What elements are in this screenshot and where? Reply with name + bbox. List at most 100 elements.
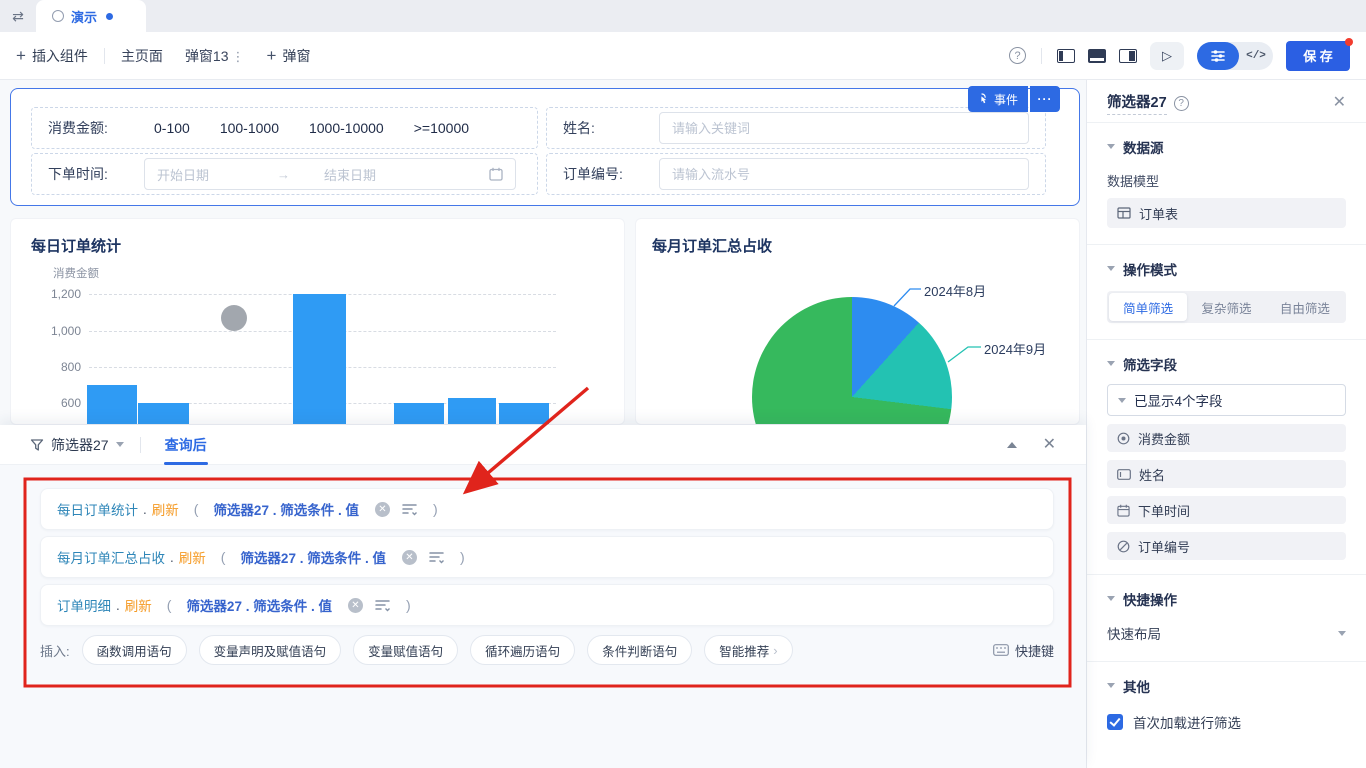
insert-label: 插入: — [40, 641, 70, 660]
section-filter-fields[interactable]: 筛选字段 — [1107, 354, 1346, 374]
pie-chart-card[interactable]: 每月订单汇总占收 2024年8月 2024年9月 — [635, 218, 1080, 425]
start-date-placeholder[interactable]: 开始日期 — [157, 165, 209, 184]
remove-argument-icon[interactable]: ✕ — [375, 502, 390, 517]
section-mode[interactable]: 操作模式 — [1107, 259, 1346, 279]
pill-loop[interactable]: 循环遍历语句 — [470, 635, 575, 665]
filter-sort-icon[interactable] — [429, 550, 445, 564]
pill-condition[interactable]: 条件判断语句 — [587, 635, 692, 665]
close-sidebar-icon[interactable]: ✕ — [1333, 95, 1346, 111]
help-icon[interactable]: ? — [1174, 96, 1189, 111]
section-datasource-label: 数据源 — [1123, 137, 1164, 157]
amount-option[interactable]: 1000-10000 — [309, 120, 384, 136]
order-no-field[interactable]: 订单编号: — [546, 153, 1046, 195]
preview-button[interactable]: ▷ — [1150, 42, 1184, 70]
bar-chart-card[interactable]: 每日订单统计 消费金额 1,200 1,000 800 600 — [10, 218, 625, 425]
field-item-amount[interactable]: 消费金额 — [1107, 424, 1346, 452]
shortcut-key-label: 快捷键 — [1015, 641, 1054, 660]
name-field[interactable]: 姓名: — [546, 107, 1046, 149]
add-popup-button[interactable]: + 弹窗 — [267, 46, 311, 66]
field-item-order-time[interactable]: 下单时间 — [1107, 496, 1346, 524]
tab-after-query[interactable]: 查询后 — [165, 425, 207, 465]
row-target[interactable]: 每月订单汇总占收 — [57, 547, 165, 567]
field-item-name[interactable]: 姓名 — [1107, 460, 1346, 488]
paren-close: ) — [406, 597, 411, 613]
main-page-button[interactable]: 主页面 — [121, 46, 163, 66]
row-action[interactable]: 刷新 — [125, 595, 152, 615]
collapse-sidebar-icon[interactable]: ⇄ — [0, 0, 36, 32]
row-argument[interactable]: 筛选器27 . 筛选条件 . 值 — [213, 499, 359, 519]
row-argument[interactable]: 筛选器27 . 筛选条件 . 值 — [186, 595, 332, 615]
calendar-icon — [1117, 504, 1130, 517]
help-icon[interactable]: ? — [1009, 47, 1026, 64]
collapse-panel-icon[interactable] — [1007, 437, 1017, 448]
pill-var-declare-assign[interactable]: 变量声明及赋值语句 — [199, 635, 342, 665]
kebab-icon[interactable]: ⋮ — [232, 49, 245, 64]
logic-row[interactable]: 每月订单汇总占收 . 刷新 ( 筛选器27 . 筛选条件 . 值 ✕ ) — [40, 536, 1054, 578]
panel-component-selector[interactable]: 筛选器27 — [30, 435, 124, 455]
remove-argument-icon[interactable]: ✕ — [402, 550, 417, 565]
order-no-input[interactable] — [659, 158, 1029, 190]
popup13-button[interactable]: 弹窗13⋮ — [185, 46, 245, 66]
bar — [448, 398, 496, 425]
close-panel-icon[interactable]: ✕ — [1043, 437, 1056, 453]
shortcut-key-button[interactable]: 快捷键 — [993, 641, 1054, 660]
design-code-toggle[interactable]: </> — [1197, 42, 1273, 70]
tab-demo[interactable]: 演示 — [36, 0, 146, 32]
chevron-down-icon — [1107, 266, 1115, 275]
amount-option[interactable]: 0-100 — [154, 120, 190, 136]
section-other[interactable]: 其他 — [1107, 676, 1346, 696]
row-target[interactable]: 订单明细 — [57, 595, 111, 615]
order-time-field[interactable]: 下单时间: 开始日期 → 结束日期 — [31, 153, 538, 195]
amount-label: 消费金额: — [48, 118, 144, 138]
layout-bottom-panel-icon[interactable] — [1088, 49, 1106, 63]
mode-simple[interactable]: 简单筛选 — [1109, 293, 1187, 321]
plus-icon: + — [267, 47, 277, 64]
fields-summary-dropdown[interactable]: 已显示4个字段 — [1107, 384, 1346, 416]
row-action[interactable]: 刷新 — [152, 499, 179, 519]
quick-layout-row[interactable]: 快速布局 — [1107, 619, 1346, 647]
remove-argument-icon[interactable]: ✕ — [348, 598, 363, 613]
mode-complex[interactable]: 复杂筛选 — [1187, 293, 1265, 321]
first-load-checkbox[interactable] — [1107, 714, 1123, 730]
pill-var-assign[interactable]: 变量赋值语句 — [353, 635, 458, 665]
keyboard-icon — [993, 644, 1009, 656]
tab-title: 演示 — [71, 7, 97, 26]
end-date-placeholder[interactable]: 结束日期 — [324, 165, 376, 184]
row-target[interactable]: 每日订单统计 — [57, 499, 138, 519]
calendar-icon — [489, 167, 503, 181]
layout-right-panel-icon[interactable] — [1119, 49, 1137, 63]
pill-ai-suggest[interactable]: 智能推荐› — [704, 635, 792, 665]
design-mode-button[interactable] — [1197, 42, 1239, 70]
amount-option[interactable]: >=10000 — [414, 120, 469, 136]
save-button[interactable]: 保 存 — [1286, 41, 1350, 71]
logic-row[interactable]: 每日订单统计 . 刷新 ( 筛选器27 . 筛选条件 . 值 ✕ ) — [40, 488, 1054, 530]
event-badge-button[interactable]: 事件 — [968, 86, 1028, 112]
row-action[interactable]: 刷新 — [179, 547, 206, 567]
filter-sort-icon[interactable] — [402, 502, 418, 516]
section-datasource[interactable]: 数据源 — [1107, 137, 1346, 157]
bar — [138, 403, 189, 425]
order-time-label: 下单时间: — [48, 164, 144, 184]
chevron-down-icon — [116, 442, 124, 451]
name-input[interactable] — [659, 112, 1029, 144]
filter-sort-icon[interactable] — [375, 598, 391, 612]
insert-component-button[interactable]: + 插入组件 — [16, 46, 88, 66]
row-argument[interactable]: 筛选器27 . 筛选条件 . 值 — [240, 547, 386, 567]
code-mode-button[interactable]: </> — [1239, 50, 1273, 62]
more-actions-button[interactable]: ··· — [1030, 86, 1060, 112]
sidebar-header: 筛选器27 ? ✕ — [1107, 92, 1346, 114]
filter-form-component[interactable]: 消费金额: 0-100 100-1000 1000-10000 >=10000 … — [10, 88, 1080, 206]
toolbar-right: ? ▷ </> 保 存 — [1009, 41, 1350, 71]
amount-field[interactable]: 消费金额: 0-100 100-1000 1000-10000 >=10000 — [31, 107, 538, 149]
data-model-item[interactable]: 订单表 — [1107, 198, 1346, 228]
pill-function-call[interactable]: 函数调用语句 — [82, 635, 187, 665]
field-item-order-no[interactable]: 订单编号 — [1107, 532, 1346, 560]
page-icon — [52, 10, 64, 22]
section-quick-actions[interactable]: 快捷操作 — [1107, 589, 1346, 609]
layout-left-panel-icon[interactable] — [1057, 49, 1075, 63]
logic-row[interactable]: 订单明细 . 刷新 ( 筛选器27 . 筛选条件 . 值 ✕ ) — [40, 584, 1054, 626]
date-range-picker[interactable]: 开始日期 → 结束日期 — [144, 158, 516, 190]
amount-option[interactable]: 100-1000 — [220, 120, 279, 136]
unsaved-dot — [106, 13, 113, 20]
mode-free[interactable]: 自由筛选 — [1266, 293, 1344, 321]
